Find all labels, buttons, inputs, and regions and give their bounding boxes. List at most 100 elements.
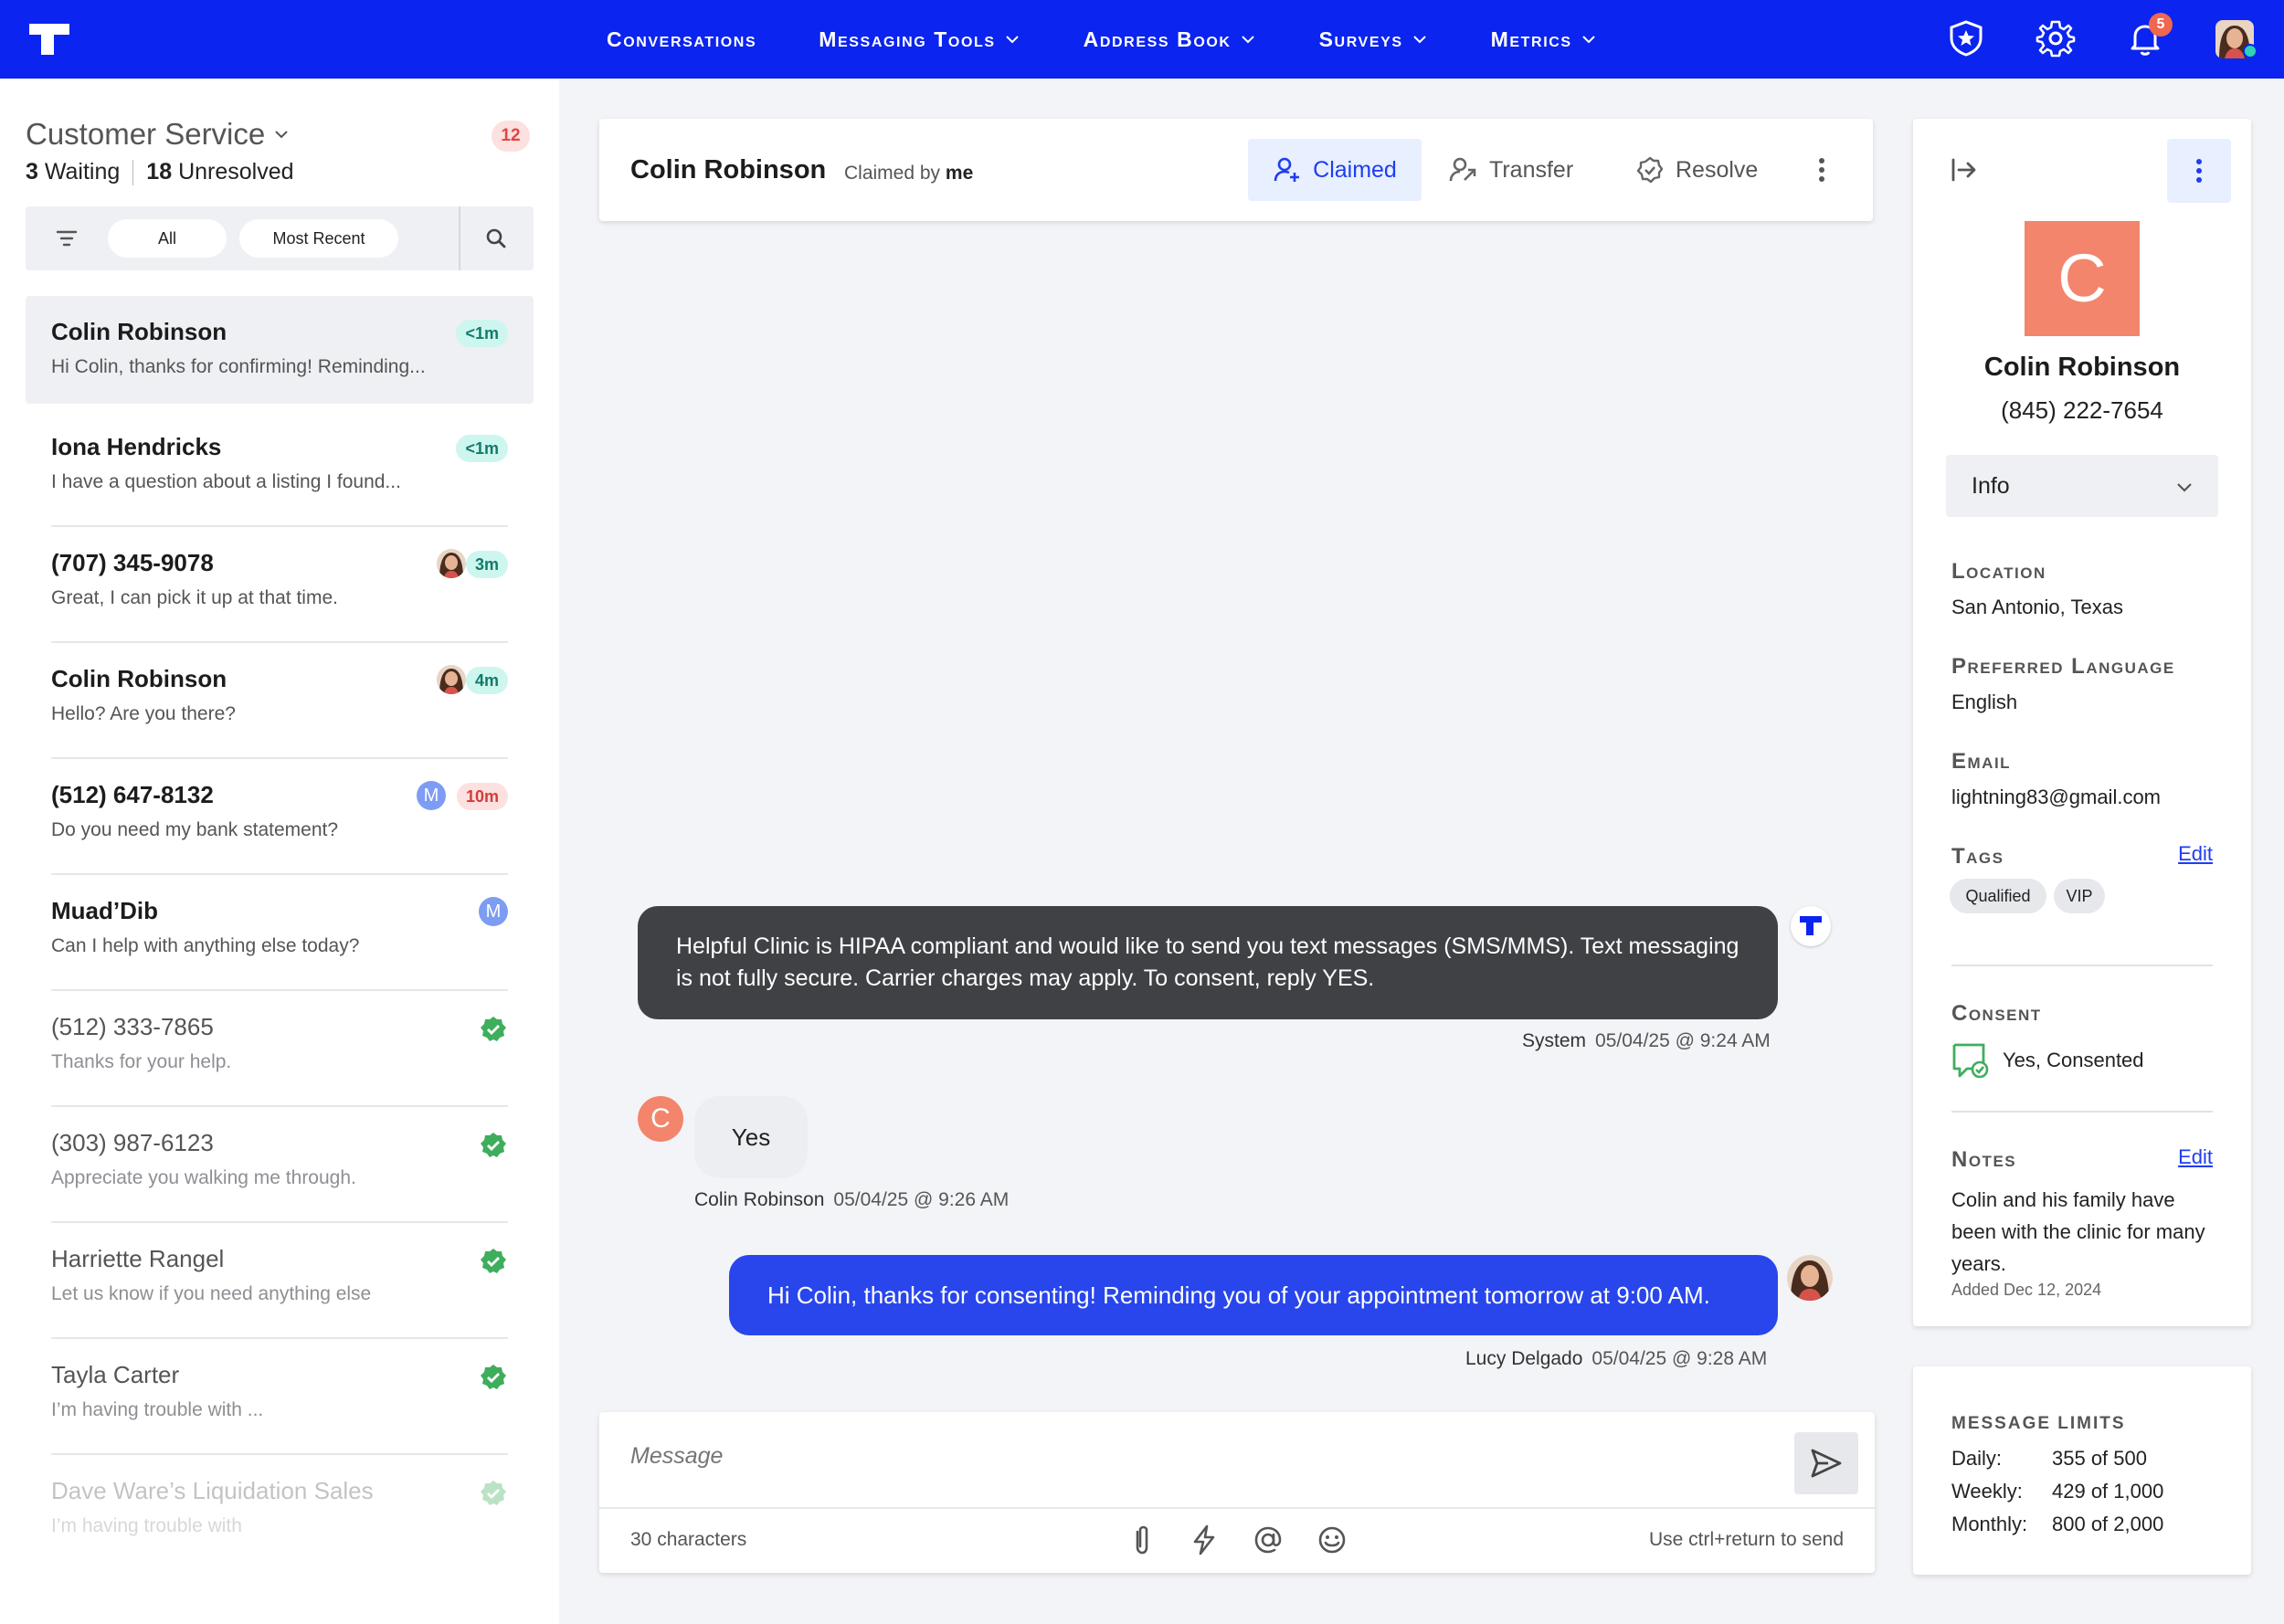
filter-bar: All Most Recent	[26, 206, 534, 270]
message-sender: Lucy Delgado	[1465, 1348, 1583, 1369]
consent-label: Consent	[1951, 1001, 2042, 1026]
brand-logo-icon[interactable]	[27, 20, 71, 60]
nav-address-book[interactable]: Address Book	[1084, 27, 1257, 52]
message-timestamp: 05/04/25 @ 9:26 AM	[833, 1189, 1010, 1210]
conversation-name: (707) 345-9078	[51, 549, 214, 576]
message-meta: Lucy Delgado 05/04/25 @ 9:28 AM	[1465, 1348, 1767, 1370]
system-avatar	[1791, 906, 1831, 946]
search-icon[interactable]	[484, 227, 508, 250]
conversation-name: Dave Ware’s Liquidation Sales	[51, 1477, 374, 1504]
conversation-item[interactable]: Iona Hendricks I have a question about a…	[26, 411, 534, 527]
language-value: English	[1951, 691, 2018, 713]
lightning-icon[interactable]	[1188, 1524, 1221, 1556]
chevron-down-icon	[1005, 36, 1019, 44]
message-input[interactable]	[630, 1443, 1635, 1470]
nav-label: Messaging Tools	[819, 26, 996, 51]
online-status-indicator	[2243, 44, 2258, 58]
filter-divider	[459, 206, 460, 270]
claimed-by-prefix: Claimed by	[844, 163, 941, 184]
conversation-name: Muad’Dib	[51, 897, 158, 924]
conversation-name: (512) 647-8132	[51, 781, 214, 808]
more-vertical-icon[interactable]	[1807, 155, 1836, 185]
shield-star-icon[interactable]	[1946, 18, 1986, 58]
claimed-by-user: me	[945, 163, 974, 184]
nav-label: Metrics	[1490, 26, 1572, 51]
wait-time-badge: <1m	[456, 320, 508, 347]
nav-conversations[interactable]: Conversations	[607, 27, 756, 52]
conversation-preview: Great, I can pick it up at that time.	[51, 587, 338, 608]
notification-count-badge: 5	[2149, 13, 2173, 37]
conversation-item[interactable]: Harriette Rangel Let us know if you need…	[26, 1223, 534, 1339]
composer-divider	[599, 1507, 1875, 1509]
resolved-check-icon	[481, 1133, 506, 1157]
edit-tags-link[interactable]: Edit	[2178, 842, 2213, 866]
message-meta: Colin Robinson 05/04/25 @ 9:26 AM	[694, 1189, 1009, 1211]
claimed-by-text: Claimed by me	[844, 163, 973, 185]
notes-date: Added Dec 12, 2024	[1951, 1281, 2102, 1299]
conversation-item[interactable]: Dave Ware’s Liquidation Sales I’m having…	[26, 1455, 534, 1571]
resolved-check-icon	[481, 1365, 506, 1389]
paperclip-icon[interactable]	[1126, 1524, 1158, 1556]
limits-title: MESSAGE LIMITS	[1951, 1414, 2126, 1433]
inbox-selector[interactable]: Customer Service	[26, 117, 291, 152]
transfer-button[interactable]: Transfer	[1449, 139, 1573, 201]
nav-label: Surveys	[1318, 26, 1403, 51]
location-value: San Antonio, Texas	[1951, 596, 2123, 618]
unresolved-count: 18	[146, 159, 173, 185]
conversation-preview: Hello? Are you there?	[51, 703, 236, 724]
contact-avatar: C	[638, 1096, 683, 1142]
filter-icon[interactable]	[55, 227, 79, 250]
filter-all[interactable]: All	[108, 219, 227, 258]
conversation-item[interactable]: Colin Robinson Hi Colin, thanks for conf…	[26, 296, 534, 404]
agent-photo-icon	[437, 549, 466, 578]
send-button[interactable]	[1794, 1432, 1858, 1494]
message-sender: Colin Robinson	[694, 1189, 825, 1210]
resolved-check-icon	[481, 1249, 506, 1273]
email-value: lightning83@gmail.com	[1951, 786, 2162, 808]
assignee-avatar: M	[479, 897, 508, 926]
notes-label: Notes	[1951, 1147, 2017, 1172]
conversation-preview: I’m having trouble with	[51, 1515, 242, 1536]
limit-value: 800 of 2,000	[2052, 1513, 2164, 1535]
conversation-item[interactable]: (512) 333-7865 Thanks for your help.	[26, 991, 534, 1107]
nav-surveys[interactable]: Surveys	[1319, 27, 1429, 52]
limit-value: 355 of 500	[2052, 1447, 2147, 1470]
edit-notes-link[interactable]: Edit	[2178, 1145, 2213, 1169]
profile-more-button[interactable]	[2167, 139, 2231, 203]
conversation-preview: I have a question about a listing I foun…	[51, 471, 401, 492]
chevron-down-icon	[1241, 36, 1254, 44]
message-limits-panel: MESSAGE LIMITS Daily: 355 of 500 Weekly:…	[1913, 1366, 2251, 1575]
conversation-name: Colin Robinson	[51, 665, 227, 692]
send-icon	[1811, 1449, 1842, 1478]
conversation-item[interactable]: (303) 987-6123 Appreciate you walking me…	[26, 1107, 534, 1223]
chevron-down-icon	[1412, 36, 1426, 44]
inbox-count-badge: 12	[492, 121, 530, 152]
resolve-button[interactable]: Resolve	[1635, 139, 1758, 201]
filter-most-recent[interactable]: Most Recent	[239, 219, 398, 258]
send-shortcut-hint: Use ctrl+return to send	[1648, 1529, 1844, 1550]
limit-label: Daily:	[1951, 1447, 2003, 1470]
gear-icon[interactable]	[2036, 18, 2076, 58]
conversation-item[interactable]: (707) 345-9078 Great, I can pick it up a…	[26, 527, 534, 643]
section-divider	[1951, 1111, 2213, 1113]
resolved-check-icon	[481, 1017, 506, 1041]
conversation-name: Colin Robinson	[51, 318, 227, 345]
conversation-item[interactable]: Tayla Carter I’m having trouble with ...	[26, 1339, 534, 1455]
collapse-panel-icon[interactable]	[1950, 155, 1979, 185]
conversation-name: Iona Hendricks	[51, 433, 222, 460]
profile-phone: (845) 222-7654	[2001, 396, 2163, 424]
message-composer: 30 characters Use ctrl+return to send	[599, 1412, 1875, 1573]
nav-messaging-tools[interactable]: Messaging Tools	[819, 27, 1020, 52]
claimed-button[interactable]: Claimed	[1248, 139, 1422, 201]
main-menu: Conversations Messaging Tools Address Bo…	[607, 0, 1598, 79]
conversation-item[interactable]: Muad’Dib Can I help with anything else t…	[26, 875, 534, 991]
wait-time-badge: 3m	[465, 551, 508, 578]
mention-icon[interactable]	[1252, 1524, 1285, 1556]
more-vertical-icon	[2196, 159, 2202, 183]
notifications-button[interactable]: 5	[2125, 13, 2173, 58]
conversation-item[interactable]: Colin Robinson Hello? Are you there? 4m	[26, 643, 534, 759]
conversation-item[interactable]: (512) 647-8132 Do you need my bank state…	[26, 759, 534, 875]
nav-metrics[interactable]: Metrics	[1491, 27, 1598, 52]
profile-section-select[interactable]: Info	[1946, 455, 2218, 517]
emoji-icon[interactable]	[1316, 1524, 1348, 1556]
